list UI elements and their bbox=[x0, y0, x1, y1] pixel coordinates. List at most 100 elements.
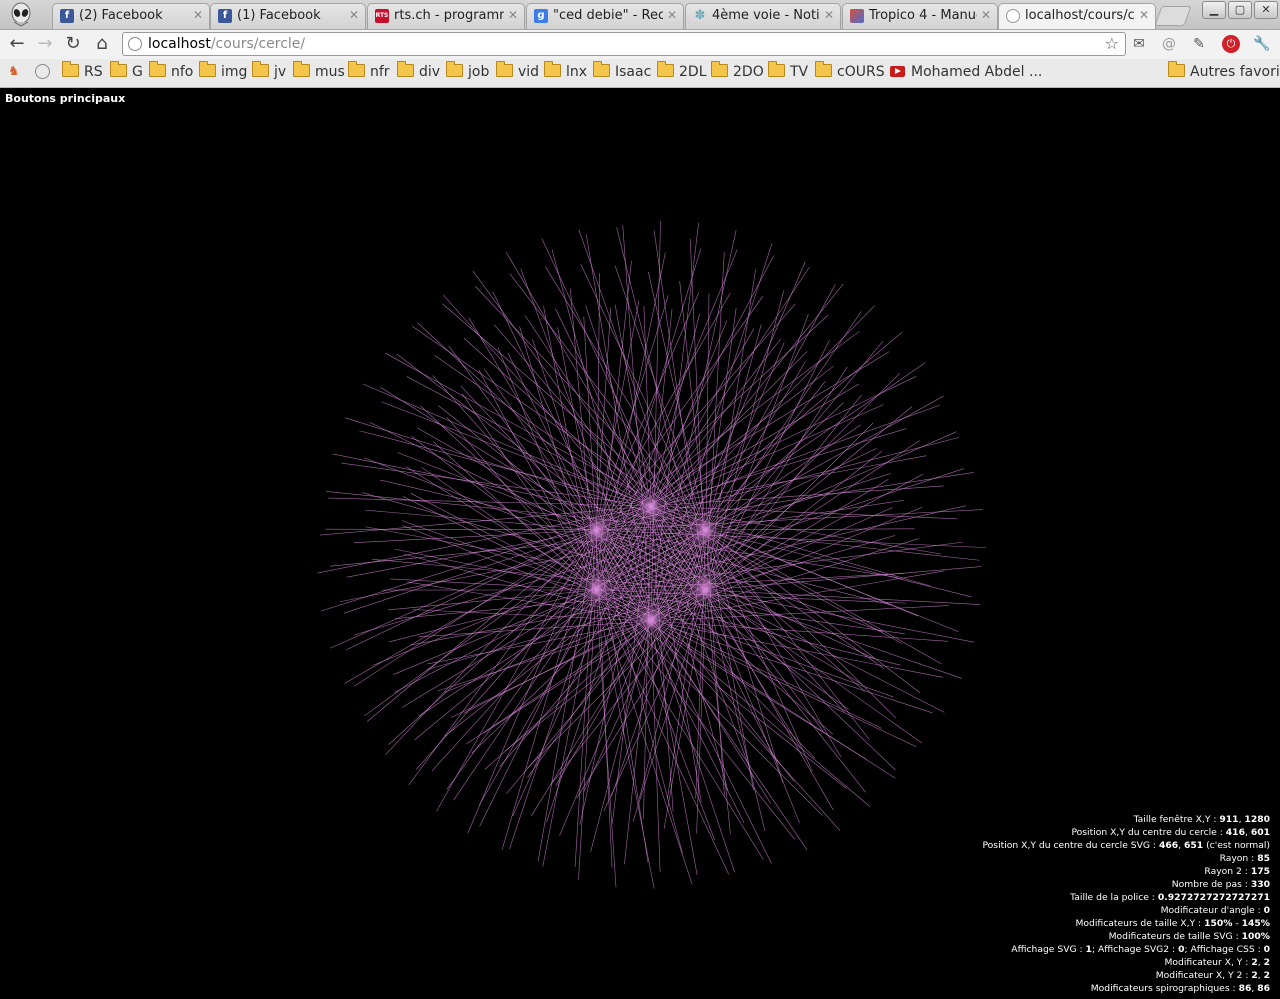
spiro-line bbox=[434, 355, 652, 507]
bookmark-folder[interactable]: mus bbox=[293, 61, 345, 82]
info-value: 651 bbox=[1183, 840, 1204, 851]
info-circle-center: Position X,Y du centre du cercle : 416, … bbox=[1071, 827, 1270, 838]
spiro-line bbox=[679, 281, 707, 531]
spiro-line bbox=[527, 529, 707, 778]
tab-rts[interactable]: RTS rts.ch - programm ✕ bbox=[367, 3, 525, 29]
spiro-line bbox=[595, 529, 834, 735]
info-value: 0.9272727272727271 bbox=[1157, 892, 1270, 903]
spiro-line bbox=[555, 308, 652, 507]
bookmark-folder[interactable]: RS bbox=[62, 61, 103, 82]
alien-app-icon[interactable] bbox=[8, 2, 34, 27]
facebook-icon: f bbox=[218, 9, 232, 23]
spiro-line bbox=[364, 505, 652, 717]
spiro-line bbox=[545, 266, 707, 531]
home-icon[interactable]: ⌂ bbox=[91, 33, 113, 55]
bookmark-label: div bbox=[419, 64, 441, 80]
bookmark-folder[interactable]: lnx bbox=[544, 61, 587, 82]
globe-icon bbox=[128, 37, 142, 51]
bookmark-folder[interactable]: nfo bbox=[149, 61, 193, 82]
spiro-line bbox=[650, 455, 927, 507]
toolbar: ← → ↻ ⌂ localhost/cours/cercle/ ☆ ✉ @ ✎ … bbox=[0, 30, 1280, 59]
close-icon[interactable]: ✕ bbox=[508, 8, 518, 22]
url-text: localhost/cours/cercle/ bbox=[148, 33, 305, 55]
maximize-button[interactable]: ▢ bbox=[1228, 1, 1252, 19]
bookmark-label: cOURS bbox=[837, 64, 885, 80]
bookmark-folder[interactable]: vid bbox=[496, 61, 539, 82]
bookmark-folder[interactable]: nfr bbox=[348, 61, 390, 82]
tab-facebook-1[interactable]: f (1) Facebook ✕ bbox=[210, 3, 366, 29]
close-icon[interactable]: ✕ bbox=[824, 8, 834, 22]
bookmark-folder[interactable]: img bbox=[199, 61, 248, 82]
close-icon[interactable]: ✕ bbox=[193, 8, 203, 22]
bookmark-video[interactable]: Mohamed Abdel ... bbox=[890, 64, 1042, 82]
bookmark-other-folder[interactable]: Autres favoris bbox=[1168, 61, 1280, 82]
globe-icon bbox=[1006, 9, 1020, 23]
reload-icon[interactable]: ↻ bbox=[62, 33, 84, 55]
info-value: 466 bbox=[1158, 840, 1179, 851]
new-tab-button[interactable] bbox=[1154, 6, 1192, 26]
info-value: 416 bbox=[1225, 827, 1245, 838]
bookmark-label: Mohamed Abdel ... bbox=[911, 64, 1043, 80]
info-panel: Taille fenêtre X,Y : 911, 1280 Position … bbox=[982, 813, 1270, 995]
tab-google-search[interactable]: g "ced debie" - Rec ✕ bbox=[526, 3, 684, 29]
spiro-line bbox=[416, 427, 597, 531]
close-icon[interactable]: ✕ bbox=[1139, 8, 1149, 22]
main-buttons-label[interactable]: Boutons principaux bbox=[5, 92, 125, 105]
address-bar[interactable]: localhost/cours/cercle/ ☆ bbox=[122, 32, 1126, 56]
close-icon[interactable]: ✕ bbox=[349, 8, 359, 22]
folder-icon bbox=[149, 61, 166, 77]
mail-icon[interactable]: ✉ bbox=[1130, 35, 1148, 53]
minimize-button[interactable]: ▁ bbox=[1202, 1, 1226, 19]
info-label: Modificateurs spirographiques : bbox=[1090, 983, 1239, 994]
bookmark-folder[interactable]: jv bbox=[252, 61, 286, 82]
bookmark-folder[interactable]: G bbox=[110, 61, 143, 82]
info-mod-xy: Modificateur X, Y : 2, 2 bbox=[1164, 957, 1270, 968]
tab-title: rts.ch - programm bbox=[394, 8, 504, 23]
close-window-button[interactable]: ✕ bbox=[1254, 1, 1278, 19]
info-label: Taille de la police : bbox=[1070, 892, 1158, 903]
tab-4eme-voie[interactable]: ✽ 4ème voie - Notifi ✕ bbox=[685, 3, 841, 29]
at-icon[interactable]: @ bbox=[1160, 35, 1178, 53]
tab-localhost[interactable]: localhost/cours/c ✕ bbox=[998, 3, 1156, 29]
info-value: 175 bbox=[1250, 866, 1270, 877]
wrench-icon[interactable]: 🔧 bbox=[1253, 35, 1271, 53]
info-label: Affichage SVG : bbox=[1011, 944, 1086, 955]
bookmark-folder[interactable]: 2DO bbox=[711, 61, 764, 82]
bookmark-rss-icon[interactable]: ♞ bbox=[8, 64, 20, 82]
folder-icon bbox=[815, 61, 832, 77]
globe-icon[interactable] bbox=[35, 64, 50, 82]
bookmark-folder[interactable]: div bbox=[397, 61, 441, 82]
back-icon[interactable]: ← bbox=[6, 33, 28, 55]
bookmark-folder[interactable]: TV bbox=[768, 61, 808, 82]
bookmark-folder[interactable]: job bbox=[446, 61, 489, 82]
eyedropper-icon[interactable]: ✎ bbox=[1190, 35, 1208, 53]
spiro-line bbox=[650, 620, 917, 748]
folder-icon bbox=[446, 61, 463, 77]
bookmark-label: Autres favoris bbox=[1190, 64, 1280, 80]
bookmark-folder[interactable]: 2DL bbox=[657, 61, 707, 82]
info-svg-center: Position X,Y du centre du cercle SVG : 4… bbox=[982, 840, 1270, 851]
tab-facebook-2[interactable]: f (2) Facebook ✕ bbox=[52, 3, 210, 29]
close-icon[interactable]: ✕ bbox=[667, 8, 677, 22]
forward-icon[interactable]: → bbox=[34, 33, 56, 55]
info-note: (c'est normal) bbox=[1203, 840, 1270, 851]
star-icon[interactable]: ☆ bbox=[1105, 33, 1119, 55]
url-host: localhost bbox=[148, 36, 211, 52]
info-value: 2 bbox=[1251, 970, 1258, 981]
spiro-line bbox=[611, 529, 707, 797]
bookmark-label: G bbox=[132, 64, 143, 80]
info-value: 86 bbox=[1238, 983, 1252, 994]
adblock-icon[interactable]: ⏻ bbox=[1222, 35, 1240, 53]
bookmark-folder[interactable]: cOURS bbox=[815, 61, 885, 82]
tab-tropico[interactable]: Tropico 4 - Manue ✕ bbox=[842, 3, 998, 29]
tab-title: (2) Facebook bbox=[79, 8, 163, 23]
bookmark-label: img bbox=[221, 64, 248, 80]
close-icon[interactable]: ✕ bbox=[981, 8, 991, 22]
folder-icon bbox=[293, 61, 310, 77]
bookmark-folder[interactable]: Isaac bbox=[593, 61, 651, 82]
spiro-line bbox=[595, 305, 875, 591]
spiro-line bbox=[614, 304, 652, 507]
folder-icon bbox=[544, 61, 561, 77]
bookmark-label: 2DO bbox=[733, 64, 764, 80]
tab-title: 4ème voie - Notifi bbox=[712, 8, 820, 23]
